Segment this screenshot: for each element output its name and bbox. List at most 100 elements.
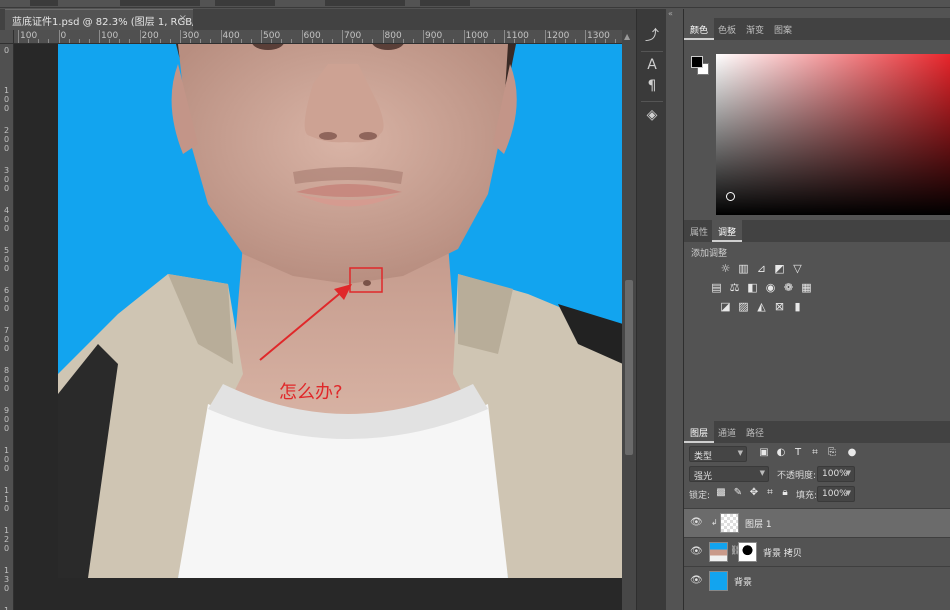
close-icon[interactable]: ×: [179, 13, 187, 24]
layer-row[interactable]: 👁︎ ⛓ 背景 拷贝: [684, 537, 950, 566]
option-button[interactable]: [420, 0, 470, 6]
ruler-tick: [534, 39, 536, 43]
ruler-tick: [271, 39, 273, 43]
invert-icon[interactable]: ◪: [719, 300, 732, 313]
scrollbar-thumb[interactable]: [625, 280, 633, 455]
lock-image-icon[interactable]: ✎: [732, 487, 744, 499]
type-filter-icon[interactable]: T: [792, 447, 804, 459]
lock-transparent-icon[interactable]: ▩: [715, 487, 727, 499]
option-toggle[interactable]: [215, 0, 275, 6]
paragraph-icon[interactable]: ¶: [642, 76, 662, 96]
layer-thumbnail[interactable]: [720, 513, 739, 533]
vertical-ruler[interactable]: 0 1 0 0 2 0 0 3 0 0 4 0 0 5 0 0 6 0 0 7 0 0 8 0 …: [0, 44, 14, 610]
color-picker-cursor[interactable]: [726, 192, 735, 201]
tab-layers[interactable]: 图层: [684, 421, 715, 443]
tab-color[interactable]: 颜色: [684, 18, 715, 40]
history-icon[interactable]: ⤴: [642, 26, 662, 46]
eye-icon[interactable]: 👁︎: [690, 547, 703, 557]
ruler-tick-label: 5 0 0: [4, 246, 10, 273]
lock-position-icon[interactable]: ✥: [748, 487, 760, 499]
eye-icon[interactable]: 👁︎: [690, 518, 703, 528]
tab-patterns[interactable]: 图案: [768, 18, 798, 40]
mode-dropdown[interactable]: [120, 0, 200, 6]
tool-preset-button[interactable]: [30, 0, 58, 6]
layer-name[interactable]: 背景 拷贝: [763, 546, 802, 559]
blend-mode-dropdown[interactable]: 强光 ▼: [689, 466, 769, 482]
character-icon[interactable]: A: [642, 55, 662, 75]
foreground-color-swatch[interactable]: [691, 56, 703, 68]
portrait-photo: [58, 44, 623, 578]
tab-paths[interactable]: 路径: [740, 421, 770, 443]
curves-icon[interactable]: ⊿: [755, 262, 768, 275]
horizontal-ruler[interactable]: 100 0 100 200 300 400 500 600 700 800 900 1000 1100 1…: [14, 30, 622, 44]
ruler-tick: [493, 39, 495, 43]
ruler-tick: [362, 39, 364, 43]
ruler-tick: [342, 30, 343, 43]
photo-filter-icon[interactable]: ◉: [764, 281, 777, 294]
layer-row[interactable]: 👁︎ ↲ 图层 1: [684, 508, 950, 537]
ruler-tick: [443, 39, 445, 43]
layer-row[interactable]: 👁︎ 背景: [684, 566, 950, 595]
adjustment-filter-icon[interactable]: ◐: [775, 447, 787, 459]
tab-properties[interactable]: 属性: [684, 220, 714, 242]
tab-channels[interactable]: 通道: [712, 421, 742, 443]
layer-mask-thumbnail[interactable]: [738, 542, 757, 562]
document-canvas[interactable]: 怎么办?: [58, 44, 623, 578]
levels-icon[interactable]: ▥: [737, 262, 750, 275]
black-white-icon[interactable]: ◧: [746, 281, 759, 294]
gradient-map-icon[interactable]: ▮: [791, 300, 804, 313]
ruler-tick: [564, 39, 566, 43]
adjustments-panel-tabs: 属性 调整: [684, 220, 950, 242]
threshold-icon[interactable]: ◭: [755, 300, 768, 313]
fill-field[interactable]: 100% ▼: [817, 486, 855, 502]
vibrance-icon[interactable]: ▽: [791, 262, 804, 275]
divider: [641, 101, 663, 102]
ruler-tick: [402, 39, 404, 43]
scroll-up-icon[interactable]: ▲: [624, 32, 630, 41]
layer-name[interactable]: 背景: [734, 575, 752, 588]
vertical-scrollbar[interactable]: ▲: [622, 30, 636, 610]
image-filter-icon[interactable]: ▣: [758, 447, 770, 459]
tab-swatches[interactable]: 色板: [712, 18, 742, 40]
ruler-tick: [412, 39, 414, 43]
tab-adjustments[interactable]: 调整: [712, 220, 743, 242]
collapse-panels-icon[interactable]: «: [668, 9, 682, 19]
option-field[interactable]: [325, 0, 405, 6]
ruler-tick: [220, 30, 222, 43]
ruler-tick: [605, 39, 607, 43]
color-picker-field[interactable]: [716, 54, 950, 215]
smart-object-filter-icon[interactable]: ⎘: [826, 447, 838, 459]
tab-gradients[interactable]: 渐变: [740, 18, 770, 40]
shape-filter-icon[interactable]: ⌗: [809, 447, 821, 459]
eye-icon[interactable]: 👁︎: [690, 576, 703, 586]
exposure-icon[interactable]: ◩: [773, 262, 786, 275]
posterize-icon[interactable]: ▨: [737, 300, 750, 313]
ruler-tick: [180, 30, 181, 43]
ruler-tick-label: 1300: [587, 31, 610, 41]
brightness-contrast-icon[interactable]: ☼: [719, 262, 732, 275]
lock-artboard-icon[interactable]: ⌗: [764, 487, 776, 499]
ruler-tick: [109, 39, 111, 43]
channel-mixer-icon[interactable]: ❁: [782, 281, 795, 294]
selective-color-icon[interactable]: ⊠: [773, 300, 786, 313]
layer-thumbnail[interactable]: [709, 542, 728, 562]
lock-all-icon[interactable]: 🔒︎: [779, 487, 791, 499]
ruler-tick: [321, 39, 323, 43]
layer-thumbnail[interactable]: [709, 571, 728, 591]
layer-filter-row: 类型 ▼ ▣ ◐ T ⌗ ⎘ ●: [684, 444, 950, 464]
filter-toggle-icon[interactable]: ●: [846, 447, 858, 459]
filter-kind-dropdown[interactable]: 类型 ▼: [689, 446, 747, 462]
color-lookup-icon[interactable]: ▦: [800, 281, 813, 294]
opacity-field[interactable]: 100% ▼: [817, 466, 855, 482]
color-panel-tabs: 颜色 色板 渐变 图案: [684, 18, 950, 40]
document-tab[interactable]: 蓝底证件1.psd @ 82.3% (图层 1, RGB/8#) * ×: [5, 9, 193, 30]
color-balance-icon[interactable]: ⚖: [728, 281, 741, 294]
ruler-tick: [372, 39, 374, 43]
ruler-tick-label: 0: [60, 31, 67, 41]
canvas-workspace[interactable]: 怎么办?: [14, 44, 623, 610]
ruler-tick: [382, 30, 384, 43]
ruler-tick: [88, 39, 90, 43]
hue-saturation-icon[interactable]: ▤: [710, 281, 723, 294]
3d-icon[interactable]: ◈: [642, 105, 662, 125]
layer-name[interactable]: 图层 1: [745, 517, 772, 530]
